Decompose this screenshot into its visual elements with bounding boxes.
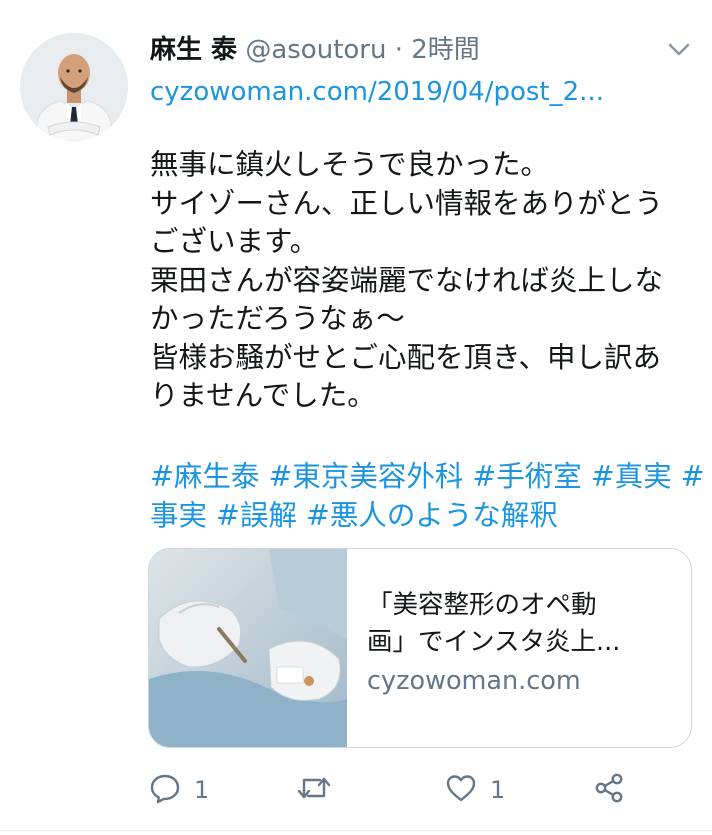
tweet-text-line: 無事に鎮火しそうで良かった。 [150,148,550,181]
card-text: 「美容整形のオペ動 画」でインスタ炎上... cyzowoman.com [367,587,677,698]
tweet-text-line: りませんでした。 [150,379,376,412]
like-count: 1 [490,776,506,804]
tweet-text-line: 栗田さんが容姿端麗でなければ炎上しな [150,263,664,297]
heart-icon [444,771,478,809]
card-thumbnail [149,549,347,747]
hashtag-line[interactable]: 事実 #誤解 #悪人のような解釈 [150,497,695,536]
hashtag-line[interactable]: #麻生泰 #東京美容外科 #手術室 #真実 # [150,458,705,497]
retweet-button[interactable] [296,770,332,810]
timestamp[interactable]: 2時間 [411,35,480,65]
tweet-text-line: 皆様お騒がせとご心配を頂き、申し訳あ [150,340,662,374]
chevron-down-icon[interactable] [666,38,692,60]
reply-button[interactable]: 1 [148,770,209,810]
display-name[interactable]: 麻生 泰 [150,35,237,65]
tweet-text-line: サイゾーさん、正しい情報をありがとう [150,186,664,220]
share-icon [592,771,626,809]
divider [0,830,712,831]
like-button[interactable]: 1 [444,770,505,810]
hashtags[interactable]: #麻生泰 #東京美容外科 #手術室 #真実 # 事実 #誤解 #悪人のような解釈 [150,458,705,536]
tweet-text-line: かっただろうなぁ～ [150,302,405,335]
share-button[interactable] [592,770,626,810]
avatar-image [20,33,128,141]
tweet-text: 無事に鎮火しそうで良かった。 サイゾーさん、正しい情報をありがとう ございます。… [150,146,695,416]
separator-dot: · [394,35,403,65]
card-title-line: 画」でインスタ炎上... [367,627,621,657]
tweet[interactable]: 麻生 泰 @asoutoru · 2時間 cyzowoman.com/2019/… [0,0,712,835]
tweet-link[interactable]: cyzowoman.com/2019/04/post_2... [150,72,604,112]
tweet-actions: 1 1 [148,770,648,810]
user-handle[interactable]: @asoutoru [245,35,386,65]
link-card[interactable]: 「美容整形のオペ動 画」でインスタ炎上... cyzowoman.com [148,548,692,748]
card-domain: cyzowoman.com [367,666,581,696]
retweet-icon [296,771,332,809]
card-title: 「美容整形のオペ動 画」でインスタ炎上... [367,587,677,661]
reply-icon [148,771,182,809]
reply-count: 1 [194,776,210,804]
card-title-line: 「美容整形のオペ動 [367,590,597,620]
tweet-header: 麻生 泰 @asoutoru · 2時間 [150,30,480,70]
avatar[interactable] [20,33,128,141]
tweet-text-line: ございます。 [150,225,319,258]
